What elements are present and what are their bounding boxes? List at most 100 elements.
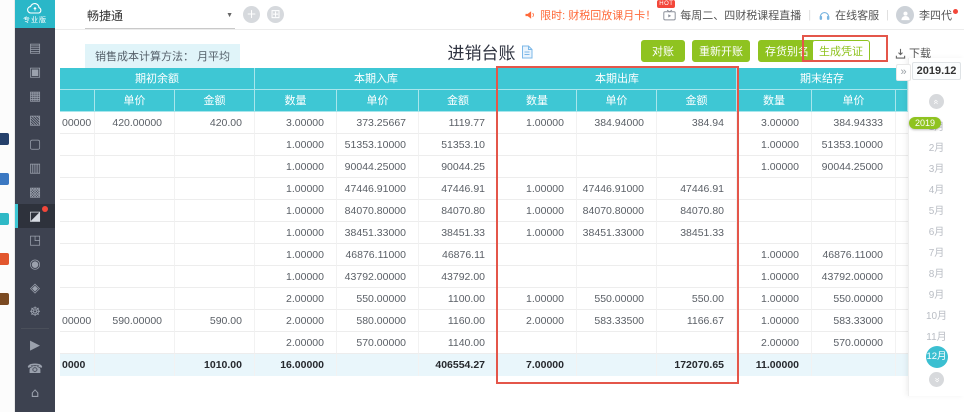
divider: | — [808, 9, 811, 21]
table-cell — [498, 134, 577, 156]
table-cell — [737, 178, 812, 200]
sidebar-item-security[interactable]: ◈ — [15, 276, 55, 300]
sidebar-item-checkout[interactable]: ▩ — [15, 180, 55, 204]
table-cell — [95, 332, 175, 354]
month-item-12月[interactable]: 12月 — [909, 346, 964, 367]
online-support-link[interactable]: 在线客服 — [818, 7, 879, 23]
sidebar-item-training-video[interactable]: ▶ — [15, 333, 55, 357]
column-header-0 — [60, 90, 95, 112]
table-cell: 38451.33000 — [577, 222, 657, 244]
apps-grid-button[interactable]: ⊞ — [267, 6, 284, 23]
scroll-months-up-button[interactable]: « — [929, 94, 944, 109]
table-cell — [175, 244, 255, 266]
table-cell: 1.00000 — [498, 112, 577, 134]
table-cell: 90044.25000 — [812, 156, 896, 178]
app-logo[interactable]: 专业版 — [15, 0, 55, 28]
sidebar-item-receipts[interactable]: ▥ — [15, 156, 55, 180]
table-cell — [175, 178, 255, 200]
table-row[interactable]: 2.00000550.000001100.001.00000550.000005… — [60, 288, 908, 310]
table-cell: 2.00000 — [498, 310, 577, 332]
table-cell: 1.00000 — [255, 156, 337, 178]
table-row[interactable]: 1.0000051353.1000051353.101.0000051353.1… — [60, 134, 908, 156]
sidebar-item-salary[interactable]: ◳ — [15, 228, 55, 252]
month-item-6月[interactable]: 6月 — [909, 220, 964, 241]
table-cell — [337, 354, 419, 376]
edge-fragment-icon — [0, 293, 9, 305]
table-row[interactable]: 1.0000038451.3300038451.331.0000038451.3… — [60, 222, 908, 244]
sidebar-item-query[interactable]: ◉ — [15, 252, 55, 276]
table-cell — [577, 134, 657, 156]
table-row[interactable]: 1.0000047446.9100047446.911.0000047446.9… — [60, 178, 908, 200]
cost-method-chip: 销售成本计算方法： 月平均 — [85, 44, 240, 68]
table-cell: 43792.00000 — [812, 266, 896, 288]
sidebar-item-reports[interactable]: ▦ — [15, 84, 55, 108]
collapse-panel-handle[interactable]: » — [896, 64, 911, 81]
reconcile-button[interactable]: 对账 — [641, 40, 685, 62]
month-item-5月[interactable]: 5月 — [909, 199, 964, 220]
table-cell — [737, 222, 812, 244]
document-icon[interactable] — [521, 45, 533, 59]
notification-dot — [953, 9, 958, 14]
user-menu[interactable]: 李四代 — [896, 6, 958, 24]
column-header-9: 数量 — [737, 90, 812, 112]
table-cell — [95, 354, 175, 376]
generate-voucher-button[interactable]: 生成凭证 — [812, 40, 870, 62]
page-title-text: 进销台账 — [448, 39, 516, 64]
month-item-7月[interactable]: 7月 — [909, 241, 964, 262]
sidebar-item-invoice[interactable]: ▤ — [15, 36, 55, 60]
table-row[interactable]: 1.0000084070.8000084070.801.0000084070.8… — [60, 200, 908, 222]
sidebar-item-phone-service[interactable]: ☎ — [15, 357, 55, 381]
current-period-label[interactable]: 2019.12 — [912, 62, 961, 80]
table-row[interactable]: 00000420.00000420.003.00000373.256671119… — [60, 112, 908, 134]
table-cell — [175, 134, 255, 156]
table-cell — [577, 332, 657, 354]
months-list: 2019 1月2月3月4月5月6月7月8月9月10月11月12月 — [909, 115, 964, 367]
promo-link[interactable]: 限时: 财税回放课月卡！ — [524, 7, 656, 23]
month-item-10月[interactable]: 10月 — [909, 304, 964, 325]
table-cell: 590.00000 — [95, 310, 175, 332]
invoice-icon: ▤ — [29, 42, 41, 55]
company-selector[interactable]: 畅捷通 ▼ — [85, 5, 235, 29]
table-cell: 1.00000 — [737, 156, 812, 178]
month-item-3月[interactable]: 3月 — [909, 157, 964, 178]
inventory-icon: ◪ — [29, 210, 41, 223]
user-name: 李四代 — [919, 7, 952, 23]
reopen-books-button[interactable]: 重新开账 — [692, 40, 750, 62]
sidebar-item-inventory[interactable]: ◪ — [15, 204, 55, 228]
table-row[interactable]: 00000590.00000590.002.00000580.000001160… — [60, 310, 908, 332]
table-row[interactable]: 1.0000090044.2500090044.251.0000090044.2… — [60, 156, 908, 178]
sidebar-item-voucher[interactable]: ▣ — [15, 60, 55, 84]
table-cell — [175, 222, 255, 244]
page-title: 进销台账 — [420, 39, 560, 64]
promo-text: 限时: 财税回放课月卡！ — [540, 7, 656, 23]
month-item-4月[interactable]: 4月 — [909, 178, 964, 199]
table-cell — [95, 134, 175, 156]
table-cell: 90044.25000 — [337, 156, 419, 178]
month-item-9月[interactable]: 9月 — [909, 283, 964, 304]
table-total-row[interactable]: 00001010.0016.00000406554.277.0000017207… — [60, 354, 908, 376]
table-row[interactable]: 2.00000570.000001140.002.00000570.00000 — [60, 332, 908, 354]
table-cell — [737, 200, 812, 222]
sidebar-item-calendar[interactable]: ▢ — [15, 132, 55, 156]
month-item-2月[interactable]: 2月 — [909, 136, 964, 157]
table-cell: 172070.65 — [657, 354, 737, 376]
year-badge[interactable]: 2019 — [909, 117, 941, 129]
table-row[interactable]: 1.0000046876.1100046876.111.0000046876.1… — [60, 244, 908, 266]
add-button[interactable]: + — [243, 6, 260, 23]
voucher-icon: ▣ — [29, 66, 41, 79]
sidebar-item-ledger-book[interactable]: ▧ — [15, 108, 55, 132]
table-cell: 2.00000 — [255, 288, 337, 310]
table-cell: 84070.80 — [419, 200, 498, 222]
sidebar-item-assets[interactable]: ⌂ — [15, 381, 55, 405]
scroll-months-down-button[interactable]: « — [929, 372, 944, 387]
live-course-link[interactable]: HOT 每周二、四财税课程直播 — [663, 7, 801, 23]
month-item-11月[interactable]: 11月 — [909, 325, 964, 346]
company-name: 畅捷通 — [87, 7, 123, 24]
inventory-alias-button[interactable]: 存货别名 — [758, 40, 816, 62]
column-header-7: 单价 — [577, 90, 657, 112]
chevron-up-icon: « — [931, 99, 941, 104]
month-item-8月[interactable]: 8月 — [909, 262, 964, 283]
table-cell: 583.33000 — [812, 310, 896, 332]
table-row[interactable]: 1.0000043792.0000043792.001.0000043792.0… — [60, 266, 908, 288]
sidebar-item-settings[interactable]: ☸ — [15, 300, 55, 324]
